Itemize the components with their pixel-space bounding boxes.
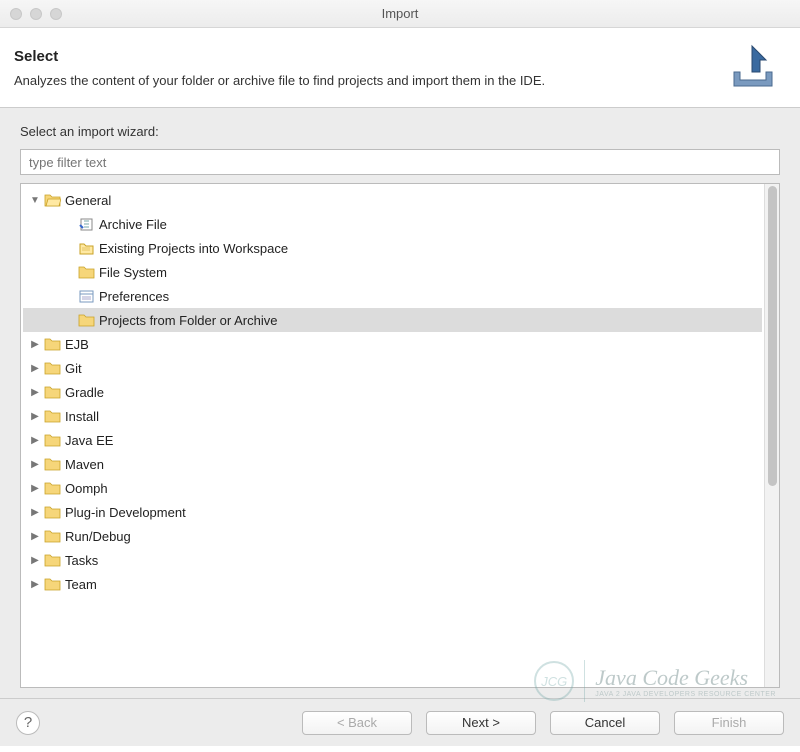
dialog-body: Select an import wizard: ▼ General▶ Arch… bbox=[0, 108, 800, 698]
tree-group[interactable]: ▶ Install bbox=[23, 404, 762, 428]
tree-item[interactable]: ▶ Projects from Folder or Archive bbox=[23, 308, 762, 332]
page-description: Analyzes the content of your folder or a… bbox=[14, 73, 545, 88]
tree-group[interactable]: ▶ Git bbox=[23, 356, 762, 380]
tree-scrollbar[interactable] bbox=[764, 184, 779, 687]
tree-group-label: Git bbox=[65, 361, 82, 376]
folder-icon bbox=[43, 527, 61, 545]
tree-group-label: Team bbox=[65, 577, 97, 592]
dialog-footer: ? < Back Next > Cancel Finish bbox=[0, 698, 800, 746]
tree-group[interactable]: ▶ Run/Debug bbox=[23, 524, 762, 548]
folder-icon bbox=[43, 407, 61, 425]
filter-input[interactable] bbox=[20, 149, 780, 175]
tree-group-label: Tasks bbox=[65, 553, 98, 568]
tree-group-label: Gradle bbox=[65, 385, 104, 400]
tree-item-label: Projects from Folder or Archive bbox=[99, 313, 277, 328]
tree-item[interactable]: ▶ File System bbox=[23, 260, 762, 284]
titlebar: Import bbox=[0, 0, 800, 28]
folder-icon bbox=[43, 191, 61, 209]
folder-icon bbox=[43, 359, 61, 377]
prefs-icon bbox=[77, 287, 95, 305]
tree-group[interactable]: ▶ EJB bbox=[23, 332, 762, 356]
tree-scroll-thumb[interactable] bbox=[768, 186, 777, 486]
tree-group[interactable]: ▶ Plug-in Development bbox=[23, 500, 762, 524]
wizard-label: Select an import wizard: bbox=[20, 124, 780, 139]
disclosure-right-icon[interactable]: ▶ bbox=[29, 483, 41, 494]
disclosure-down-icon[interactable]: ▼ bbox=[29, 195, 41, 206]
disclosure-right-icon[interactable]: ▶ bbox=[29, 363, 41, 374]
tree-group-label: EJB bbox=[65, 337, 89, 352]
tree-group[interactable]: ▶ Team bbox=[23, 572, 762, 596]
window-controls bbox=[10, 8, 62, 20]
wizard-tree[interactable]: ▼ General▶ Archive File▶ Existing Projec… bbox=[21, 184, 764, 687]
tree-group-label: General bbox=[65, 193, 111, 208]
tree-group-label: Java EE bbox=[65, 433, 113, 448]
import-icon bbox=[722, 42, 780, 93]
disclosure-right-icon[interactable]: ▶ bbox=[29, 579, 41, 590]
disclosure-right-icon[interactable]: ▶ bbox=[29, 459, 41, 470]
disclosure-right-icon[interactable]: ▶ bbox=[29, 507, 41, 518]
tree-item-label: Preferences bbox=[99, 289, 169, 304]
wizard-tree-container: ▼ General▶ Archive File▶ Existing Projec… bbox=[20, 183, 780, 688]
folder-icon bbox=[43, 479, 61, 497]
disclosure-right-icon[interactable]: ▶ bbox=[29, 555, 41, 566]
page-title: Select bbox=[14, 48, 545, 65]
archive-icon bbox=[77, 215, 95, 233]
tree-item[interactable]: ▶ Preferences bbox=[23, 284, 762, 308]
folder-icon bbox=[77, 263, 95, 281]
close-window-button[interactable] bbox=[10, 8, 22, 20]
tree-group-label: Run/Debug bbox=[65, 529, 131, 544]
folder-icon bbox=[43, 335, 61, 353]
folder-icon bbox=[77, 311, 95, 329]
cancel-button[interactable]: Cancel bbox=[550, 711, 660, 735]
tree-group[interactable]: ▼ General bbox=[23, 188, 762, 212]
tree-group[interactable]: ▶ Oomph bbox=[23, 476, 762, 500]
help-button[interactable]: ? bbox=[16, 711, 40, 735]
tree-group[interactable]: ▶ Gradle bbox=[23, 380, 762, 404]
tree-group-label: Maven bbox=[65, 457, 104, 472]
maximize-window-button[interactable] bbox=[50, 8, 62, 20]
disclosure-right-icon[interactable]: ▶ bbox=[29, 435, 41, 446]
tree-item-label: Existing Projects into Workspace bbox=[99, 241, 288, 256]
window-title: Import bbox=[382, 6, 419, 21]
tree-group-label: Install bbox=[65, 409, 99, 424]
dialog-header: Select Analyzes the content of your fold… bbox=[0, 28, 800, 108]
back-button[interactable]: < Back bbox=[302, 711, 412, 735]
folder-icon bbox=[43, 575, 61, 593]
tree-group[interactable]: ▶ Java EE bbox=[23, 428, 762, 452]
tree-item-label: Archive File bbox=[99, 217, 167, 232]
tree-group-label: Plug-in Development bbox=[65, 505, 186, 520]
folder-icon bbox=[43, 455, 61, 473]
disclosure-right-icon[interactable]: ▶ bbox=[29, 387, 41, 398]
disclosure-right-icon[interactable]: ▶ bbox=[29, 531, 41, 542]
disclosure-right-icon[interactable]: ▶ bbox=[29, 411, 41, 422]
folder-icon bbox=[43, 383, 61, 401]
finish-button[interactable]: Finish bbox=[674, 711, 784, 735]
next-button[interactable]: Next > bbox=[426, 711, 536, 735]
minimize-window-button[interactable] bbox=[30, 8, 42, 20]
tree-item[interactable]: ▶ Existing Projects into Workspace bbox=[23, 236, 762, 260]
tree-item[interactable]: ▶ Archive File bbox=[23, 212, 762, 236]
project-icon bbox=[77, 239, 95, 257]
tree-item-label: File System bbox=[99, 265, 167, 280]
folder-icon bbox=[43, 503, 61, 521]
tree-group[interactable]: ▶ Tasks bbox=[23, 548, 762, 572]
disclosure-right-icon[interactable]: ▶ bbox=[29, 339, 41, 350]
tree-group-label: Oomph bbox=[65, 481, 108, 496]
folder-icon bbox=[43, 431, 61, 449]
folder-icon bbox=[43, 551, 61, 569]
tree-group[interactable]: ▶ Maven bbox=[23, 452, 762, 476]
